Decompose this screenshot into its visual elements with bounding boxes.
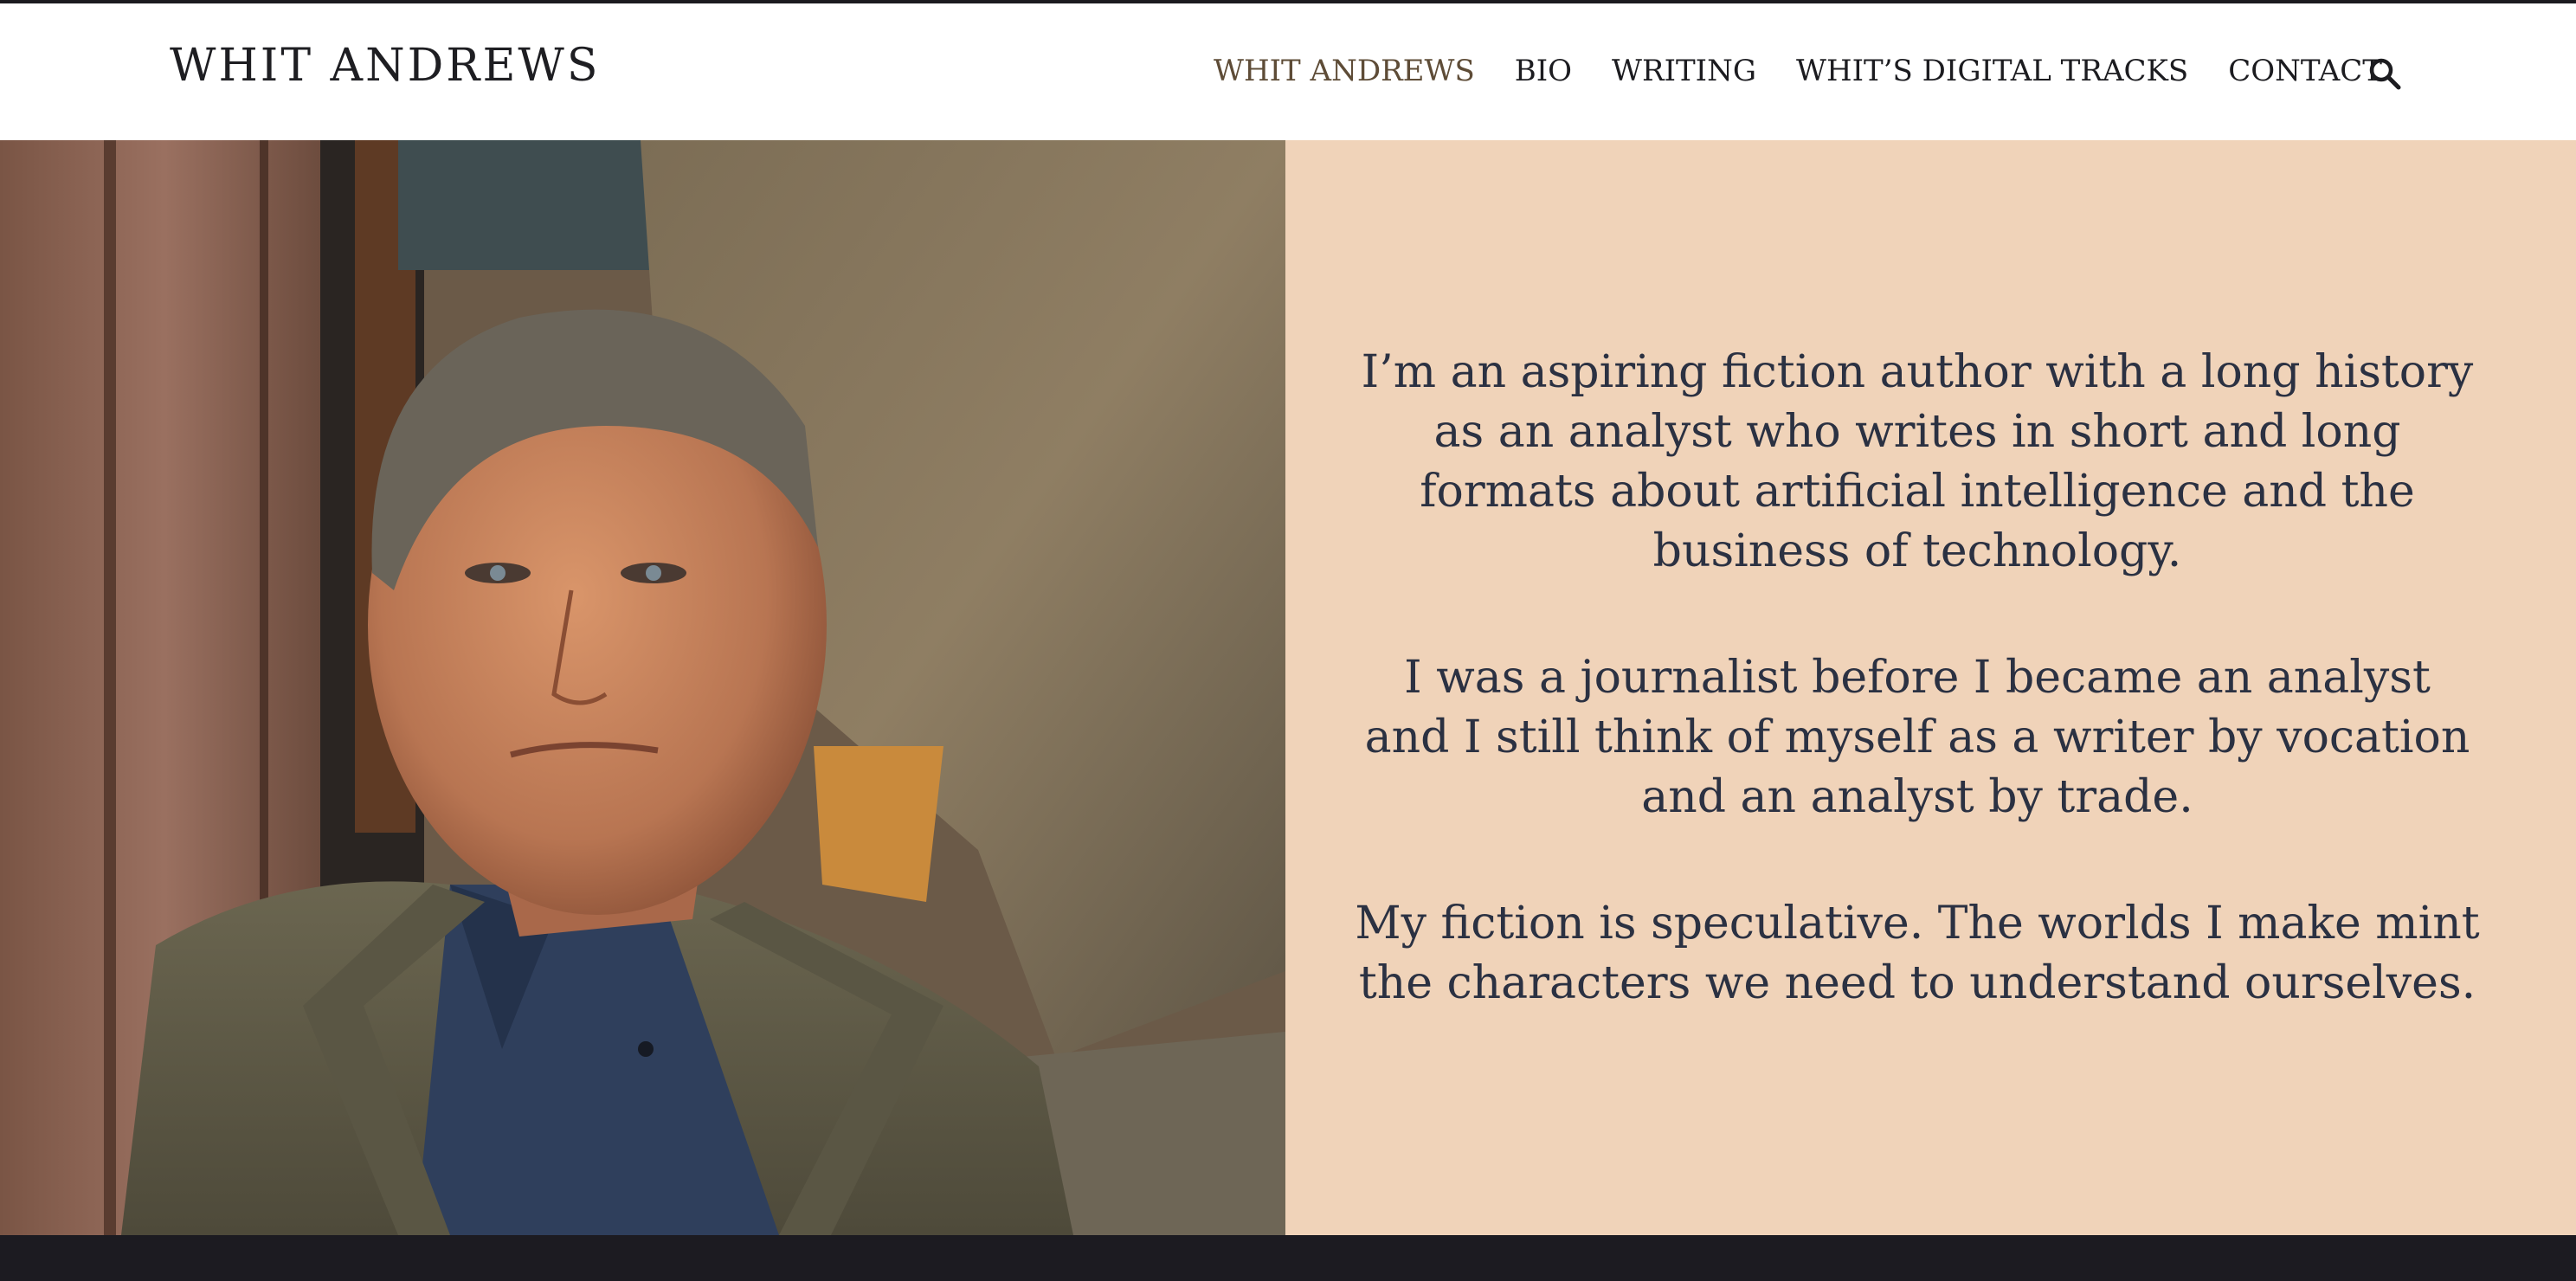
- site-title[interactable]: WHIT ANDREWS: [170, 40, 600, 92]
- intro-text: I’m an aspiring fiction author with a lo…: [1355, 343, 2480, 1080]
- main-nav: WHIT ANDREWS BIO WRITING WHIT’S DIGITAL …: [1214, 54, 2422, 88]
- intro-panel: I’m an aspiring fiction author with a lo…: [1285, 140, 2576, 1235]
- site-footer: [0, 1235, 2576, 1281]
- nav-item-home[interactable]: WHIT ANDREWS: [1214, 54, 1475, 88]
- nav-item-contact[interactable]: CONTACT: [2228, 54, 2382, 88]
- hero-section: I’m an aspiring fiction author with a lo…: [0, 140, 2576, 1235]
- nav-item-bio[interactable]: BIO: [1515, 54, 1572, 88]
- nav-item-writing[interactable]: WRITING: [1612, 54, 1756, 88]
- search-icon[interactable]: [2367, 55, 2405, 93]
- intro-paragraph-1: I’m an aspiring fiction author with a lo…: [1361, 346, 2474, 577]
- nav-item-digital-tracks[interactable]: WHIT’S DIGITAL TRACKS: [1796, 54, 2188, 88]
- intro-paragraph-2: I was a journalist before I became an an…: [1364, 652, 2470, 823]
- site-header: WHIT ANDREWS WHIT ANDREWS BIO WRITING WH…: [0, 3, 2576, 140]
- portrait-photo: [0, 140, 1285, 1235]
- intro-paragraph-3: My fiction is speculative. The worlds I …: [1355, 898, 2480, 1009]
